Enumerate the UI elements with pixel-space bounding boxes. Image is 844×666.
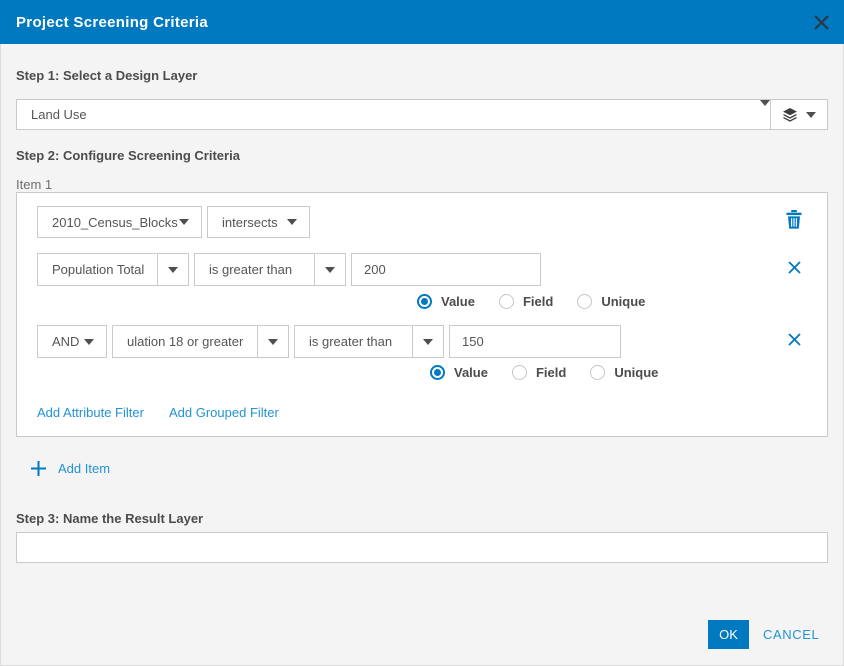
filter2-operator-select[interactable]: is greater than <box>294 325 444 358</box>
item-label: Item 1 <box>16 177 52 192</box>
layers-icon <box>782 107 798 123</box>
radio-icon <box>590 365 605 380</box>
result-layer-name-input[interactable] <box>16 532 828 563</box>
filter1-mode-group: Value Field Unique <box>417 294 645 309</box>
filter2-logical-select[interactable]: AND <box>37 325 107 358</box>
screening-item-card: 2010_Census_Blocks intersects Population… <box>16 192 828 437</box>
cancel-button[interactable]: CANCEL <box>763 627 819 642</box>
filter2-mode-field[interactable]: Field <box>512 365 566 380</box>
plus-icon <box>30 460 47 477</box>
dialog-header: Project Screening Criteria <box>0 0 844 44</box>
filter1-mode-unique[interactable]: Unique <box>577 294 645 309</box>
caret-down-icon <box>84 339 94 345</box>
close-icon[interactable] <box>811 12 831 32</box>
filter1-field-select[interactable]: Population Total <box>37 253 189 286</box>
radio-icon <box>512 365 527 380</box>
x-icon[interactable] <box>786 331 802 347</box>
filter2-field-value: ulation 18 or greater <box>113 334 257 349</box>
filter1-mode-value[interactable]: Value <box>417 294 475 309</box>
step3-label: Step 3: Name the Result Layer <box>16 511 203 526</box>
add-attribute-filter-link[interactable]: Add Attribute Filter <box>37 405 144 420</box>
filter1-operator-select[interactable]: is greater than <box>194 253 346 286</box>
spatial-operator-select[interactable]: intersects <box>207 206 310 238</box>
x-icon[interactable] <box>786 259 802 275</box>
filter1-field-value: Population Total <box>38 262 157 277</box>
radio-icon <box>499 294 514 309</box>
filter2-value-input[interactable] <box>449 325 621 358</box>
step1-label: Step 1: Select a Design Layer <box>16 68 197 83</box>
caret-down-icon <box>179 219 189 225</box>
radio-selected-icon <box>417 294 432 309</box>
caret-down-icon <box>806 112 816 118</box>
filter1-mode-field[interactable]: Field <box>499 294 553 309</box>
caret-down-icon <box>325 267 335 273</box>
step2-label: Step 2: Configure Screening Criteria <box>16 148 240 163</box>
filter2-field-select[interactable]: ulation 18 or greater <box>112 325 289 358</box>
radio-selected-icon <box>430 365 445 380</box>
filter2-mode-value[interactable]: Value <box>430 365 488 380</box>
spatial-layer-select[interactable]: 2010_Census_Blocks <box>37 206 202 238</box>
spatial-layer-value: 2010_Census_Blocks <box>38 215 179 230</box>
add-item-link[interactable]: Add Item <box>30 460 110 477</box>
radio-icon <box>577 294 592 309</box>
caret-down-icon <box>760 100 770 123</box>
project-screening-criteria-dialog: { "header": { "title": "Project Screenin… <box>0 0 844 666</box>
caret-down-icon <box>268 339 278 345</box>
design-layer-select[interactable]: Land Use <box>16 99 770 130</box>
add-item-label: Add Item <box>58 461 110 476</box>
filter2-mode-group: Value Field Unique <box>430 365 658 380</box>
caret-down-icon <box>287 219 297 225</box>
dialog-title: Project Screening Criteria <box>16 14 208 31</box>
add-grouped-filter-link[interactable]: Add Grouped Filter <box>169 405 279 420</box>
filter2-mode-unique[interactable]: Unique <box>590 365 658 380</box>
caret-down-icon <box>168 267 178 273</box>
filter1-value-input[interactable] <box>351 253 541 286</box>
caret-down-icon <box>423 339 433 345</box>
filter2-logical-value: AND <box>38 334 84 349</box>
filter2-operator-value: is greater than <box>295 334 412 349</box>
trash-icon[interactable] <box>785 209 803 229</box>
ok-button[interactable]: OK <box>708 620 749 649</box>
layer-picker-button[interactable] <box>770 99 828 130</box>
design-layer-select-group: Land Use <box>16 99 828 130</box>
design-layer-value: Land Use <box>17 107 760 122</box>
spatial-operator-value: intersects <box>208 215 287 230</box>
filter1-operator-value: is greater than <box>195 262 314 277</box>
